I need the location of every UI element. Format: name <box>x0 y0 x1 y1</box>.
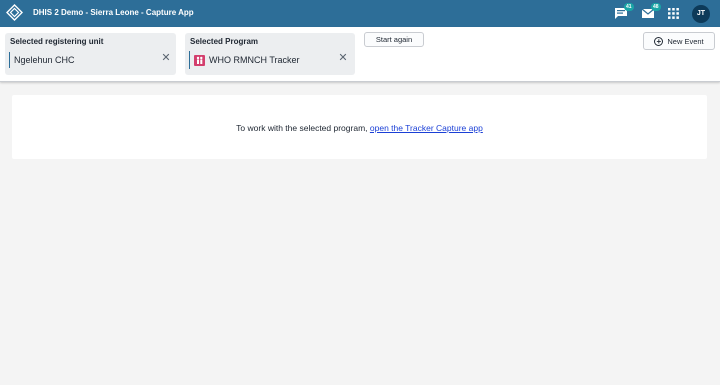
context-bar: Selected registering unit Ngelehun CHC ✕… <box>0 27 720 82</box>
org-unit-selector[interactable]: Selected registering unit Ngelehun CHC ✕ <box>5 33 176 75</box>
org-unit-label: Selected registering unit <box>10 37 104 46</box>
start-again-button[interactable]: Start again <box>364 32 424 47</box>
program-selector[interactable]: Selected Program WHO RMNCH Tracker ✕ <box>185 33 355 75</box>
start-again-label: Start again <box>375 35 413 44</box>
apps-grid-icon[interactable] <box>668 8 679 19</box>
program-icon <box>194 54 205 66</box>
main-message: To work with the selected program, open … <box>12 123 707 133</box>
program-value-wrap: WHO RMNCH Tracker <box>189 51 300 69</box>
app-title: DHIS 2 Demo - Sierra Leone - Capture App <box>33 8 194 17</box>
user-avatar[interactable]: JT <box>692 5 710 23</box>
close-icon[interactable]: ✕ <box>160 52 172 64</box>
messages-badge: 48 <box>651 3 661 11</box>
header-bar: DHIS 2 Demo - Sierra Leone - Capture App… <box>0 0 720 27</box>
org-unit-value: Ngelehun CHC <box>14 55 75 65</box>
dhis2-logo-icon[interactable] <box>6 4 23 21</box>
close-icon[interactable]: ✕ <box>337 52 349 64</box>
main-message-text: To work with the selected program, <box>236 123 368 133</box>
new-event-button[interactable]: + New Event <box>643 32 715 50</box>
main-panel: To work with the selected program, open … <box>12 95 707 159</box>
interpretations-badge: 41 <box>624 3 634 11</box>
program-value: WHO RMNCH Tracker <box>209 55 300 65</box>
new-event-label: New Event <box>667 36 704 46</box>
org-unit-value-wrap: Ngelehun CHC <box>9 52 75 68</box>
tracker-capture-link[interactable]: open the Tracker Capture app <box>370 123 483 133</box>
plus-circle-icon: + <box>654 36 664 46</box>
program-label: Selected Program <box>190 37 259 46</box>
